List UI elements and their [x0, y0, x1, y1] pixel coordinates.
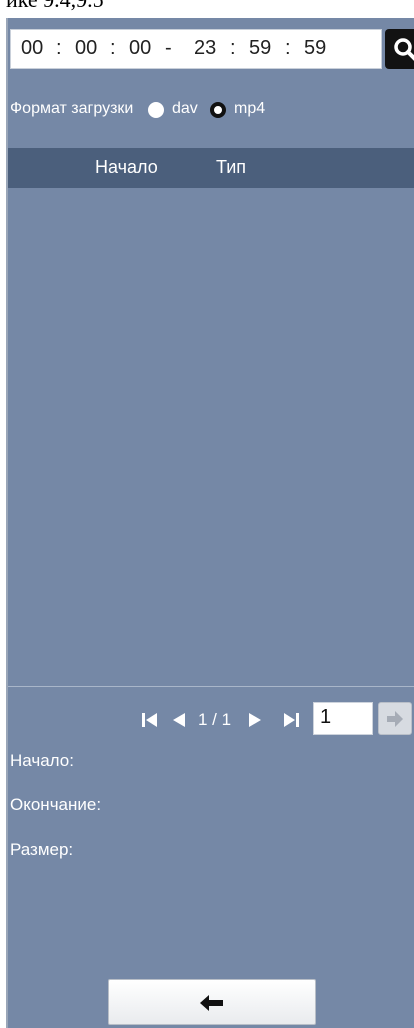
start-minute[interactable]: 00: [75, 37, 97, 60]
radio-mp4-label[interactable]: mp4: [234, 100, 265, 118]
arrow-left-icon: [200, 995, 223, 1011]
colon: :: [230, 37, 236, 59]
end-second[interactable]: 59: [304, 37, 326, 60]
top-text: ике 9.4,9.5: [6, 0, 104, 13]
page-indicator: 1 / 1: [198, 710, 232, 729]
colon: :: [285, 37, 291, 59]
next-page-icon[interactable]: [248, 713, 262, 727]
search-icon: [394, 38, 414, 61]
info-start-label: Начало:: [10, 751, 74, 770]
column-header-type[interactable]: Тип: [216, 157, 246, 178]
arrow-right-icon: [387, 711, 403, 727]
top-text-fragment: ике 9.4,9.5: [0, 0, 414, 18]
table-header: Начало Тип: [8, 148, 414, 188]
info-size-label: Размер:: [10, 840, 74, 859]
last-page-icon[interactable]: [283, 713, 299, 727]
go-page-button[interactable]: [378, 702, 412, 735]
left-border: [0, 18, 8, 1028]
colon: :: [56, 37, 62, 59]
radio-mp4[interactable]: [210, 102, 226, 118]
time-range-input[interactable]: 00 : 00 : 00 - 23 : 59 : 59: [10, 29, 382, 69]
search-button[interactable]: [385, 29, 414, 69]
end-hour[interactable]: 23: [194, 37, 216, 60]
end-minute[interactable]: 59: [249, 37, 271, 60]
pager: 1 / 1 1: [8, 701, 414, 737]
start-second[interactable]: 00: [129, 37, 151, 60]
column-header-start[interactable]: Начало: [95, 157, 158, 178]
page-number-input[interactable]: 1: [313, 702, 373, 735]
radio-dav-label[interactable]: dav: [172, 100, 198, 118]
first-page-icon[interactable]: [142, 713, 158, 727]
range-separator: -: [165, 37, 172, 59]
prev-page-icon[interactable]: [172, 713, 186, 727]
playback-panel: 00 : 00 : 00 - 23 : 59 : 59 Формат загру…: [8, 18, 414, 1028]
info-end-label: Окончание:: [10, 795, 102, 814]
download-format-label: Формат загрузки: [10, 100, 134, 117]
start-hour[interactable]: 00: [21, 37, 43, 60]
radio-dav[interactable]: [148, 102, 164, 118]
divider: [8, 686, 414, 687]
back-button[interactable]: [108, 979, 316, 1025]
colon: :: [110, 37, 116, 59]
download-format-row: Формат загрузки dav mp4: [10, 99, 414, 123]
table-body: [8, 188, 414, 686]
